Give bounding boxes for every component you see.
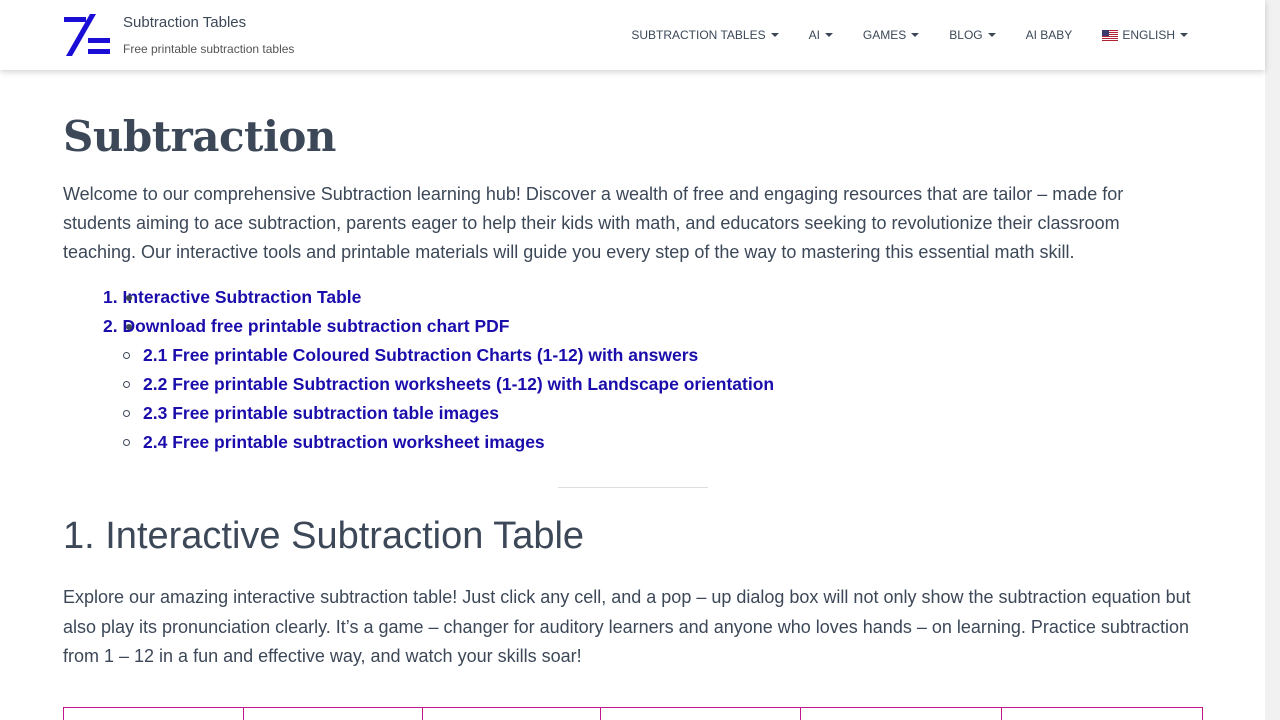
toc-link-download-pdf[interactable]: 2. Download free printable subtraction c… [103, 316, 509, 336]
nav-language[interactable]: ENGLISH [1102, 27, 1188, 43]
nav-label: AI BABY [1025, 28, 1073, 42]
caret-down-icon [770, 33, 779, 37]
site-description: Free printable subtraction tables [123, 42, 295, 56]
nav-ai[interactable]: AI [809, 27, 833, 43]
table-row [63, 707, 1203, 720]
toc-link-interactive-table[interactable]: 1. Interactive Subtraction Table [103, 287, 361, 307]
table-cell[interactable] [421, 707, 602, 720]
table-cell[interactable] [1001, 707, 1203, 720]
caret-down-icon [987, 33, 996, 37]
brand-text: Subtraction Tables Free printable subtra… [123, 14, 294, 56]
nav-label: GAMES [862, 28, 907, 42]
section-title: 1. Interactive Subtraction Table [63, 515, 585, 557]
nav-games[interactable]: GAMES [862, 27, 920, 43]
toc-item: 2. Download free printable subtraction c… [103, 313, 774, 342]
table-cell[interactable] [600, 707, 802, 720]
site-title[interactable]: Subtraction Tables [123, 14, 294, 31]
table-cell[interactable] [800, 707, 1003, 720]
toc-link-landscape-worksheets[interactable]: 2.2 Free printable Subtraction worksheet… [143, 374, 774, 394]
section-paragraph: Explore our amazing interactive subtract… [63, 587, 1191, 666]
nav-label: SUBTRACTION TABLES [631, 28, 766, 42]
section-divider [558, 487, 708, 488]
table-cell[interactable] [242, 707, 423, 720]
table-of-contents: 1. Interactive Subtraction Table 2. Down… [63, 284, 774, 458]
nav-subtraction-tables[interactable]: SUBTRACTION TABLES [631, 27, 779, 43]
toc-link-table-images[interactable]: 2.3 Free printable subtraction table ima… [143, 403, 499, 423]
toc-link-worksheet-images[interactable]: 2.4 Free printable subtraction worksheet… [143, 432, 545, 452]
toc-link-coloured-charts[interactable]: 2.1 Free printable Coloured Subtraction … [143, 345, 698, 365]
toc-subitem: 2.3 Free printable subtraction table ima… [122, 400, 774, 429]
site-logo-icon[interactable] [64, 14, 112, 56]
main-nav: SUBTRACTION TABLES AI GAMES BLOG AI BABY [601, 27, 1188, 43]
toc-subitem: 2.2 Free printable Subtraction worksheet… [122, 371, 774, 400]
nav-label: ENGLISH [1122, 28, 1175, 42]
caret-down-icon [1180, 33, 1188, 37]
intro-paragraph: Welcome to our comprehensive Subtraction… [63, 184, 1124, 262]
nav-label: BLOG [949, 28, 983, 42]
toc-item: 1. Interactive Subtraction Table [103, 284, 774, 313]
nav-ai-baby[interactable]: AI BABY [1026, 27, 1073, 43]
brand[interactable]: Subtraction Tables Free printable subtra… [64, 14, 294, 56]
us-flag-icon [1102, 29, 1119, 41]
caret-down-icon [824, 33, 833, 37]
table-cell[interactable] [63, 707, 244, 720]
page-title: Subtraction [63, 112, 336, 161]
nav-label: AI [808, 28, 820, 42]
interactive-subtraction-table [63, 707, 1203, 720]
page-scrollbar[interactable] [1265, 0, 1280, 720]
toc-subitem: 2.1 Free printable Coloured Subtraction … [122, 342, 774, 371]
nav-blog[interactable]: BLOG [949, 27, 996, 43]
caret-down-icon [911, 33, 920, 37]
site-header: Subtraction Tables Free printable subtra… [0, 0, 1265, 70]
toc-subitem: 2.4 Free printable subtraction worksheet… [122, 429, 774, 458]
